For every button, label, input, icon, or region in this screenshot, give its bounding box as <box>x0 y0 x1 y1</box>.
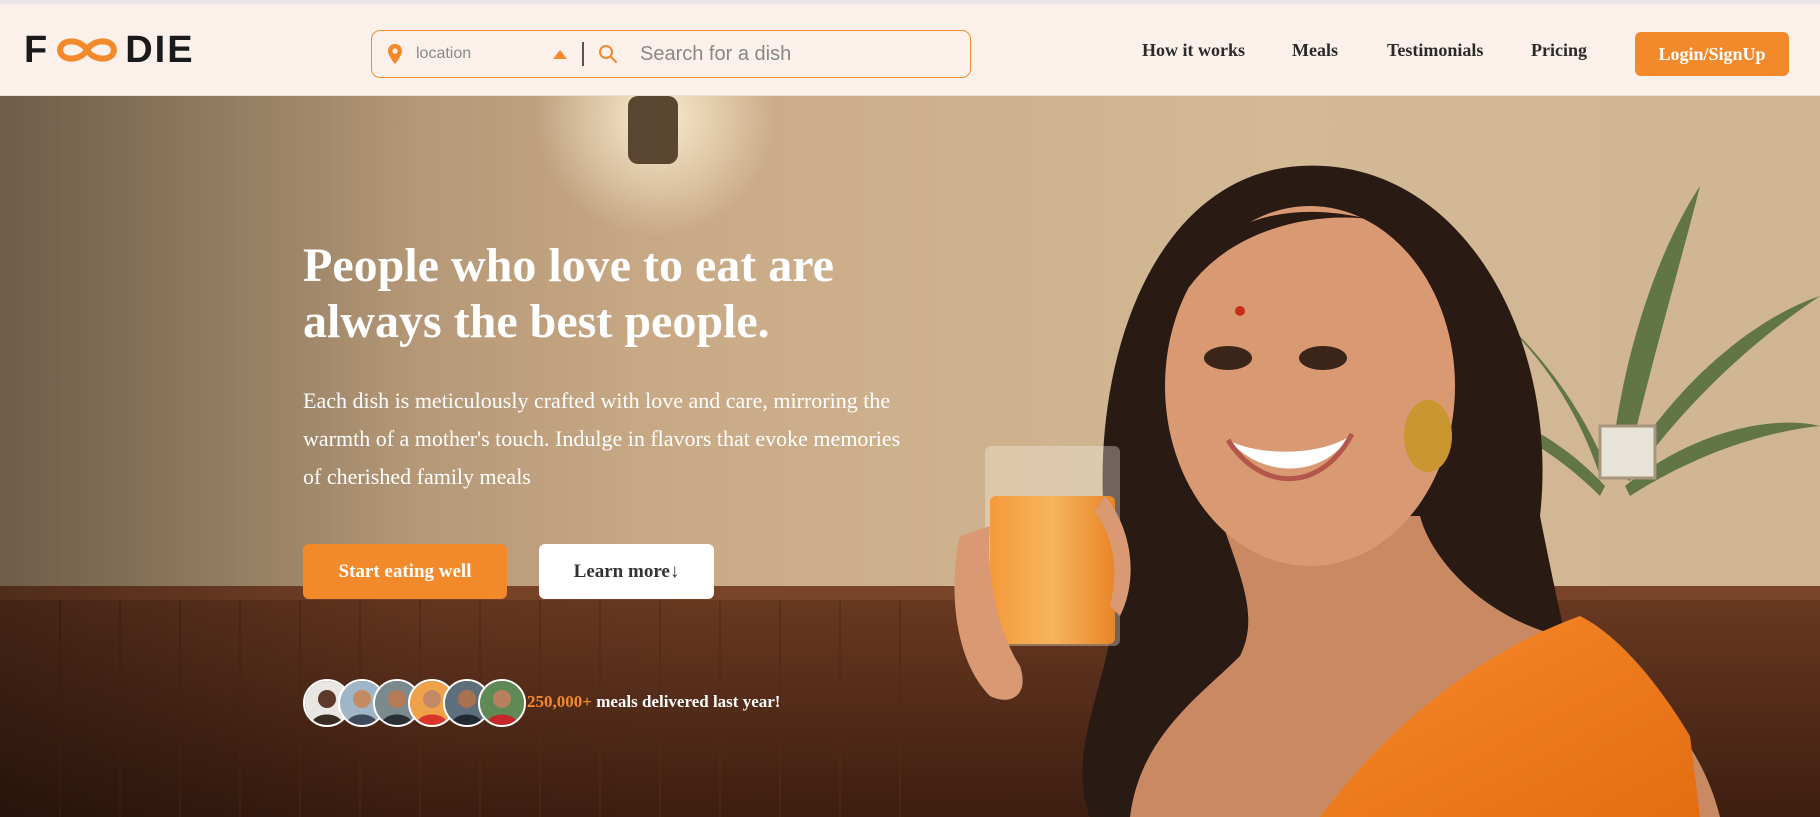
infinity-icon <box>57 38 118 62</box>
search-icon[interactable] <box>598 44 618 64</box>
start-eating-well-button[interactable]: Start eating well <box>303 544 507 599</box>
stat-number: 250,000+ <box>527 692 592 711</box>
hero-section: People who love to eat are always the be… <box>0 96 1820 817</box>
nav-pricing[interactable]: Pricing <box>1531 40 1587 61</box>
caret-up-icon[interactable] <box>552 48 568 60</box>
hero-subcopy: Each dish is meticulously crafted with l… <box>303 388 901 489</box>
location-pin-icon <box>388 44 402 64</box>
meals-delivered-stat: 250,000+ meals delivered last year! <box>527 692 780 712</box>
customer-avatars <box>303 679 526 727</box>
search-divider <box>582 42 584 66</box>
login-signup-button[interactable]: Login/SignUp <box>1635 32 1789 76</box>
logo-prefix: F <box>24 28 50 71</box>
foodie-logo[interactable]: F DIE <box>24 28 195 72</box>
dish-search-input[interactable] <box>638 41 970 67</box>
stat-text: meals delivered last year! <box>591 692 781 711</box>
avatar <box>478 679 526 727</box>
hero-background-image <box>0 96 1820 817</box>
nav-testimonials[interactable]: Testimonials <box>1387 40 1483 61</box>
learn-more-button[interactable]: Learn more↓ <box>539 544 714 599</box>
nav-meals[interactable]: Meals <box>1292 40 1338 61</box>
site-header: F DIE How it works Meals Testimonials Pr… <box>0 4 1820 96</box>
search-bar <box>371 30 971 78</box>
logo-suffix: DIE <box>125 28 195 71</box>
hero-headline: People who love to eat are always the be… <box>303 239 834 348</box>
nav-how-it-works[interactable]: How it works <box>1142 40 1245 61</box>
location-input[interactable] <box>414 44 548 64</box>
